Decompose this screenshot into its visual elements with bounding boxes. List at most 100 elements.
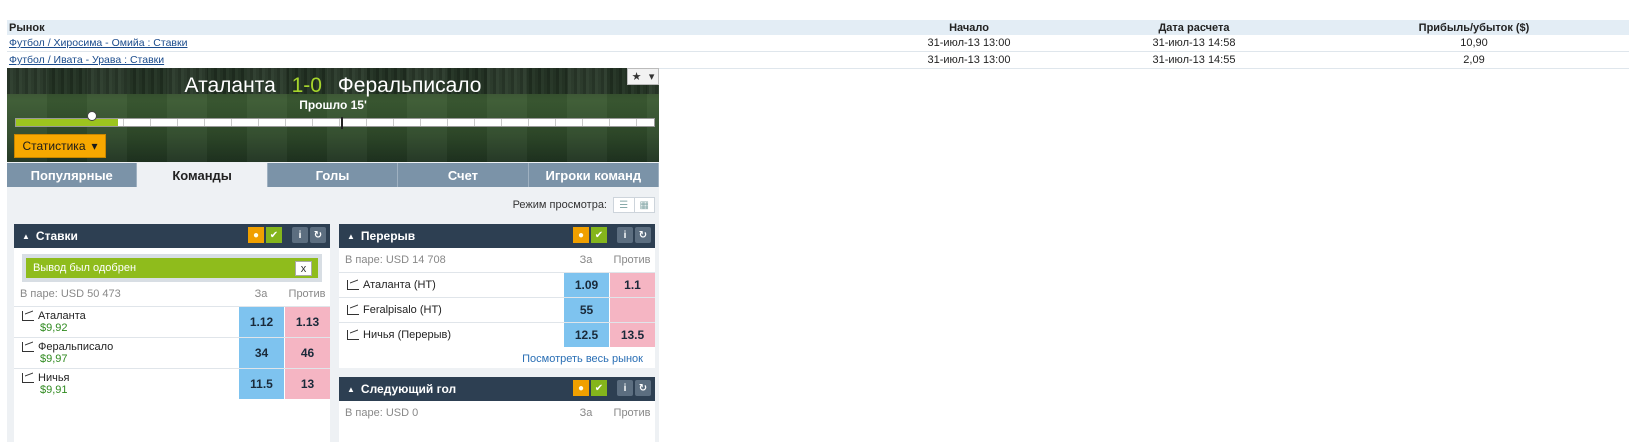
refresh-icon[interactable]: ↻ (310, 227, 326, 243)
chart-icon[interactable] (22, 373, 34, 383)
bets-column-header: В паре: USD 50 473 За Против (14, 282, 330, 306)
away-team: Феральписало (337, 74, 482, 97)
match-timeline (15, 117, 655, 129)
lay-odds-button[interactable]: 13 (284, 369, 330, 399)
col-against: Против (613, 254, 651, 266)
selection-profit: $9,92 (40, 322, 68, 334)
collapse-triangle-icon: ▲ (347, 384, 355, 394)
selection-row: Ничья (Перерыв) 12.5 13.5 (339, 322, 655, 347)
back-odds-button[interactable]: 11.5 (238, 369, 284, 399)
col-against: Против (288, 288, 326, 300)
view-mode-label: Режим просмотра: (512, 199, 607, 211)
selection-name: Феральписало (38, 341, 114, 353)
market-link[interactable]: Футбол / Хиросима - Омийа : Ставки (9, 37, 187, 49)
table-row: Футбол / Ивата - Урава : Ставки 31-июл-1… (7, 52, 1629, 69)
settle-time: 31-июл-13 14:55 (1152, 54, 1236, 66)
approval-message: Вывод был одобрен (33, 262, 137, 274)
grid-view-icon[interactable]: ▦ (633, 198, 655, 212)
statistics-button[interactable]: Статистика ▾ (14, 134, 106, 158)
back-odds-button[interactable]: 12.5 (563, 323, 609, 347)
selection-row: Феральписало $9,97 34 46 (14, 337, 330, 368)
refresh-icon[interactable]: ↻ (635, 380, 651, 396)
col-start: Начало (949, 21, 989, 34)
selection-profit: $9,97 (40, 353, 68, 365)
selection-row: Ничья $9,91 11.5 13 (14, 368, 330, 399)
collapse-triangle-icon: ▲ (22, 231, 30, 241)
timeline-progress (16, 119, 119, 126)
ball-icon (87, 111, 97, 121)
market-link[interactable]: Футбол / Ивата - Урава : Ставки (9, 54, 164, 66)
selection-name: Feralpisalo (HT) (363, 304, 442, 316)
lay-odds-button[interactable] (609, 298, 655, 322)
home-team: Аталанта (184, 74, 276, 97)
halftime-panel: ▲ Перерыв ● ✔ i ↻ В паре: USD 14 708 За … (339, 224, 655, 368)
tab-goals[interactable]: Голы (267, 163, 399, 187)
col-profit-loss: Прибыль/убыток ($) (1418, 21, 1530, 34)
check-icon[interactable]: ✔ (266, 227, 282, 243)
refresh-icon[interactable]: ↻ (635, 227, 651, 243)
info-icon[interactable]: i (617, 380, 633, 396)
back-odds-button[interactable]: 1.09 (563, 273, 609, 297)
chart-icon[interactable] (347, 305, 359, 315)
chart-icon[interactable] (347, 330, 359, 340)
check-icon[interactable]: ✔ (591, 227, 607, 243)
elapsed-time: Прошло 15' (299, 98, 367, 112)
tab-team-players[interactable]: Игроки команд (528, 163, 659, 187)
tab-teams[interactable]: Команды (137, 163, 268, 187)
chevron-down-icon: ▾ (91, 139, 98, 153)
results-header: Рынок Начало Дата расчета Прибыль/убыток… (7, 20, 1629, 35)
bets-panel: ▲ Ставки ● ✔ i ↻ Вывод был одобрен x В п… (14, 224, 330, 442)
matched-amount: В паре: USD 0 (345, 407, 419, 419)
settle-time: 31-июл-13 14:58 (1152, 37, 1236, 49)
favorite-dropdown[interactable]: ★ ▾ (627, 68, 659, 85)
back-odds-button[interactable]: 55 (563, 298, 609, 322)
matched-amount: В паре: USD 14 708 (345, 254, 446, 266)
lay-odds-button[interactable]: 1.1 (609, 273, 655, 297)
info-icon[interactable]: i (617, 227, 633, 243)
panel-title: Перерыв (360, 229, 416, 243)
info-icon[interactable]: i (292, 227, 308, 243)
halftime-panel-header[interactable]: ▲ Перерыв ● ✔ i ↻ (339, 224, 655, 248)
chart-icon[interactable] (22, 311, 34, 321)
halftime-column-header: В паре: USD 14 708 За Против (339, 248, 655, 272)
matched-amount: В паре: USD 50 473 (20, 288, 121, 300)
table-row: Футбол / Хиросима - Омийа : Ставки 31-ию… (7, 35, 1629, 52)
chart-icon[interactable] (22, 342, 34, 352)
timeline-halftime-marker (341, 117, 344, 129)
lay-odds-button[interactable]: 13.5 (609, 323, 655, 347)
lay-odds-button[interactable]: 1.13 (284, 307, 330, 337)
view-mode: Режим просмотра: ☰ ▦ (513, 197, 655, 213)
col-for: За (579, 254, 593, 266)
market-tabs: Популярные Команды Голы Счет Игроки кома… (7, 163, 659, 187)
match-score: 1-0 (291, 74, 322, 97)
col-against: Против (613, 407, 651, 419)
col-for: За (579, 407, 593, 419)
match-title: Аталанта 1-0 Феральписало (7, 74, 659, 98)
view-all-market-link[interactable]: Посмотреть весь рынок (339, 347, 655, 371)
selection-name: Ничья (Перерыв) (363, 329, 452, 341)
scoreboard: Аталанта 1-0 Феральписало Прошло 15' ★ ▾… (7, 68, 659, 162)
selection-profit: $9,91 (40, 384, 68, 396)
pending-icon[interactable]: ● (573, 227, 589, 243)
next-goal-panel-header[interactable]: ▲ Следующий гол ● ✔ i ↻ (339, 377, 655, 401)
close-button[interactable]: x (295, 261, 312, 276)
selection-name: Аталанта (38, 310, 86, 322)
col-market: Рынок (9, 21, 45, 34)
lay-odds-button[interactable]: 46 (284, 338, 330, 368)
chart-icon[interactable] (347, 280, 359, 290)
back-odds-button[interactable]: 1.12 (238, 307, 284, 337)
list-view-icon[interactable]: ☰ (614, 198, 634, 212)
statistics-label: Статистика (22, 139, 86, 153)
selection-name: Аталанта (HT) (363, 279, 436, 291)
next-goal-column-header: В паре: USD 0 За Против (339, 401, 655, 425)
tab-popular[interactable]: Популярные (7, 163, 138, 187)
back-odds-button[interactable]: 34 (238, 338, 284, 368)
tab-score[interactable]: Счет (398, 163, 529, 187)
bets-panel-header[interactable]: ▲ Ставки ● ✔ i ↻ (14, 224, 330, 248)
col-for: За (254, 288, 268, 300)
selection-row: Feralpisalo (HT) 55 (339, 297, 655, 322)
pending-icon[interactable]: ● (573, 380, 589, 396)
profit-loss: 10,90 (1460, 37, 1488, 49)
check-icon[interactable]: ✔ (591, 380, 607, 396)
pending-icon[interactable]: ● (248, 227, 264, 243)
